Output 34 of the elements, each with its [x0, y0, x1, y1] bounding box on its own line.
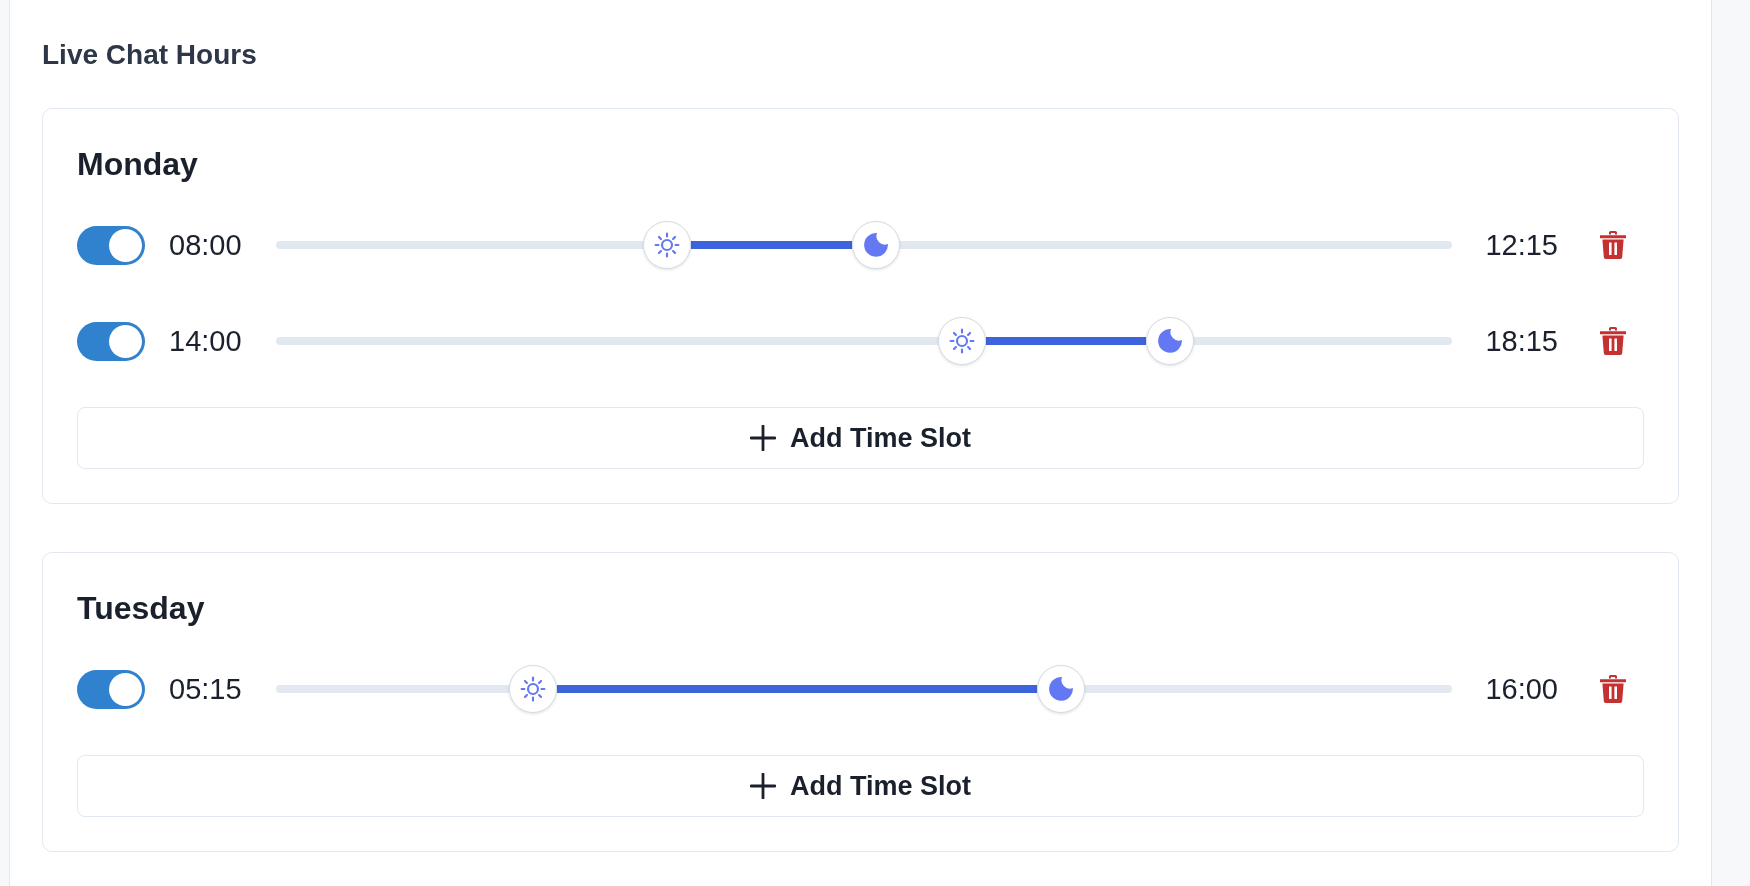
start-time: 05:15 [169, 672, 242, 706]
start-time: 08:00 [169, 228, 242, 262]
toggle-switch[interactable] [77, 225, 145, 265]
plus-icon [750, 425, 776, 451]
toggle-switch[interactable] [77, 321, 145, 361]
toggle-switch[interactable] [77, 669, 145, 709]
start-time: 14:00 [169, 324, 242, 358]
sun-icon [948, 328, 975, 354]
slider-handle[interactable] [851, 221, 900, 269]
time-range-slider[interactable] [275, 317, 1453, 365]
slider-handle[interactable] [509, 665, 558, 713]
day-name: Monday [77, 145, 199, 184]
sun-icon [654, 232, 681, 258]
add-time-slot-button[interactable]: Add Time Slot [77, 407, 1644, 469]
slider-handle[interactable] [937, 317, 986, 365]
sun-icon [520, 676, 547, 702]
moon-icon [863, 233, 888, 257]
day-name: Tuesday [77, 589, 206, 628]
end-time: 16:00 [1485, 672, 1558, 706]
time-range-slider[interactable] [275, 221, 1453, 269]
trash-icon [1600, 231, 1626, 259]
slider-handle[interactable] [643, 221, 692, 269]
section-title: Live Chat Hours [42, 38, 258, 72]
end-time: 18:15 [1485, 324, 1558, 358]
add-time-slot-button[interactable]: Add Time Slot [77, 755, 1644, 817]
slider-handle[interactable] [1036, 665, 1085, 713]
moon-icon [1157, 329, 1182, 353]
moon-icon [1048, 677, 1073, 701]
trash-icon [1600, 327, 1626, 355]
trash-icon [1600, 675, 1626, 703]
plus-icon [750, 773, 776, 799]
time-range-slider[interactable] [275, 665, 1453, 713]
slider-handle[interactable] [1145, 317, 1194, 365]
end-time: 12:15 [1485, 228, 1558, 262]
